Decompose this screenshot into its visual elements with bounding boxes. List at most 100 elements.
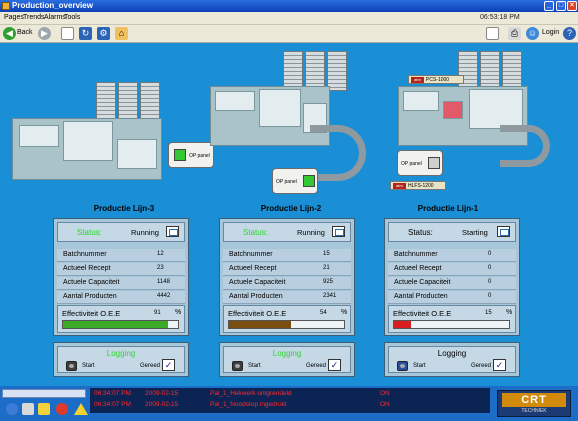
done-label: Gereed [306, 363, 327, 369]
details-icon[interactable] [166, 226, 179, 237]
done-label: Gereed [471, 363, 492, 369]
hlfs-tag: atm HLFS-1200 [390, 181, 446, 190]
brand-logo: CRT TECHNIEK [497, 390, 571, 417]
start-button[interactable] [397, 361, 408, 371]
line-2-op-panel[interactable]: OP panel [272, 168, 318, 194]
acknowledge-icon[interactable] [22, 403, 34, 415]
oee-unit: % [341, 309, 348, 316]
line-3-machine[interactable] [12, 118, 162, 180]
line-2-status-card: Status: Running Batchnummer 15 Actueel Re… [219, 218, 355, 336]
stop-alarm-icon[interactable] [56, 403, 68, 415]
status-row: Status: Starting [388, 222, 516, 242]
menu-tools[interactable]: Tools [64, 14, 80, 21]
capacity-row: Actuele Capaciteit 925 [223, 277, 351, 290]
refresh-icon[interactable]: ↻ [79, 27, 92, 40]
oee-progress-fill [394, 321, 412, 328]
done-checkbox[interactable]: ✓ [493, 359, 506, 371]
op-panel-label: OP panel [189, 153, 210, 159]
oee-progress-fill [63, 321, 168, 328]
line-3-title: Productie Lijn-3 [93, 204, 155, 213]
folder-icon[interactable] [38, 403, 50, 415]
page-icon[interactable] [61, 27, 74, 40]
status-value: Running [297, 228, 325, 237]
details-icon[interactable] [332, 226, 345, 237]
batch-row: Batchnummer 12 [57, 249, 185, 262]
user-icon[interactable]: ☺ [526, 27, 539, 40]
done-label: Gereed [140, 363, 161, 369]
pcs-tag: atm PCS-1000 [408, 75, 464, 84]
capacity-row: Actuele Capaciteit 1148 [57, 277, 185, 290]
done-checkbox[interactable]: ✓ [328, 359, 341, 371]
close-button[interactable]: × [567, 1, 577, 11]
line-3-logging: Logging Start Gereed ✓ [53, 342, 189, 377]
title-bar: Production_overview _ □ × [0, 0, 578, 12]
oee-label: Effectiviteit O.E.E [393, 309, 452, 318]
start-label: Start [413, 363, 426, 369]
recipe-row: Actueel Recept 23 [57, 263, 185, 276]
oee-panel: Effectiviteit O.E.E 91 % [57, 305, 185, 333]
alarm-row[interactable]: 06:34:07 PM 2009-02-15 Pal_1_Noodstop in… [90, 400, 490, 410]
op-panel-label: OP panel [401, 161, 422, 167]
oee-progress-fill [229, 321, 292, 328]
alarm-row[interactable]: 06:34:07 PM 2009-02-15 Pal_1_Hekwerk ont… [90, 389, 490, 399]
oee-panel: Effectiviteit O.E.E 15 % [388, 305, 516, 333]
logging-title: Logging [272, 349, 302, 358]
recipe-row: Actueel Recept 0 [388, 263, 516, 276]
home-icon[interactable]: ⌂ [115, 27, 128, 40]
status-row: Status: Running [57, 222, 185, 242]
start-button[interactable] [232, 361, 243, 371]
products-row: Aantal Producten 2341 [223, 291, 351, 304]
line-1-op-panel[interactable]: OP panel [397, 150, 443, 176]
oee-unit: % [506, 309, 513, 316]
line-3-op-panel[interactable]: OP panel [168, 142, 214, 168]
oee-unit: % [175, 309, 182, 316]
status-label: Status: [408, 228, 433, 237]
oee-value: 15 [485, 310, 492, 316]
alarm-scrollbar[interactable] [2, 389, 86, 398]
done-checkbox[interactable]: ✓ [162, 359, 175, 371]
products-row: Aantal Producten 4442 [57, 291, 185, 304]
line-1-title: Productie Lijn-1 [417, 204, 479, 213]
oee-progress-bar [393, 320, 510, 329]
oee-value: 91 [154, 310, 161, 316]
maximize-button[interactable]: □ [556, 1, 566, 11]
help-icon[interactable]: ? [563, 27, 576, 40]
line-2-conveyor [310, 125, 366, 181]
details-icon[interactable] [497, 226, 510, 237]
logging-title: Logging [106, 349, 136, 358]
menu-pages[interactable]: Pages [4, 14, 24, 21]
forward-arrow-icon[interactable]: ▶ [38, 27, 51, 40]
oee-panel: Effectiviteit O.E.E 54 % [223, 305, 351, 333]
print-icon[interactable]: ⎙ [508, 27, 521, 40]
layout-icon[interactable] [486, 27, 499, 40]
warning-icon[interactable] [74, 403, 88, 415]
clock: 06:53:18 PM [480, 14, 520, 21]
line-3-status-card: Status: Running Batchnummer 12 Actueel Re… [53, 218, 189, 336]
capacity-row: Actuele Capaciteit 0 [388, 277, 516, 290]
window-title: Production_overview [12, 1, 93, 10]
line-2-logging: Logging Start Gereed ✓ [219, 342, 355, 377]
minimize-button[interactable]: _ [544, 1, 554, 11]
recipe-row: Actueel Recept 21 [223, 263, 351, 276]
start-button[interactable] [66, 361, 77, 371]
status-row: Status: Running [223, 222, 351, 242]
oee-label: Effectiviteit O.E.E [228, 309, 287, 318]
brand-sub: TECHNIEK [521, 408, 547, 414]
info-icon[interactable] [6, 403, 18, 415]
login-label[interactable]: Login [542, 29, 559, 36]
menu-trends[interactable]: Trends [23, 14, 45, 21]
oee-progress-bar [228, 320, 345, 329]
status-value: Starting [462, 228, 488, 237]
settings-icon[interactable]: ⚙ [97, 27, 110, 40]
status-label: Status: [243, 228, 268, 237]
line-2-title: Productie Lijn-2 [260, 204, 322, 213]
op-panel-label: OP panel [276, 179, 297, 185]
back-label[interactable]: Back [17, 29, 33, 36]
oee-label: Effectiviteit O.E.E [62, 309, 121, 318]
app-icon [2, 2, 10, 10]
start-label: Start [82, 363, 95, 369]
products-row: Aantal Producten 0 [388, 291, 516, 304]
alarm-list: 06:34:07 PM 2009-02-15 Pal_1_Hekwerk ont… [90, 388, 490, 413]
menu-alarms[interactable]: Alarms [44, 14, 66, 21]
back-arrow-icon[interactable]: ◀ [3, 27, 16, 40]
